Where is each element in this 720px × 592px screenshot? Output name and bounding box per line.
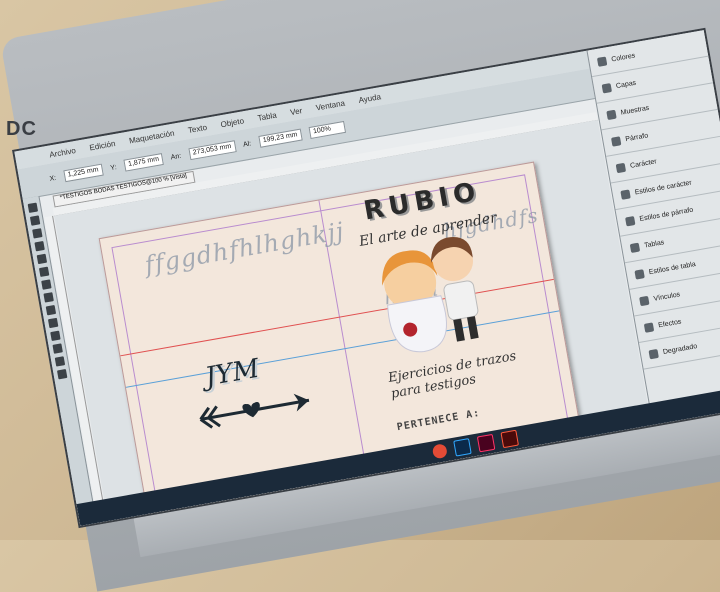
eyedropper-tool-icon[interactable] — [51, 343, 63, 354]
photoshop-taskbar-icon[interactable] — [453, 438, 472, 457]
zoom-field[interactable]: 100% — [308, 120, 346, 140]
panel-label: Vínculos — [652, 290, 681, 303]
y-label: Y: — [109, 163, 118, 172]
height-field[interactable]: 199,23 mm — [258, 128, 303, 148]
acrobat-taskbar-icon[interactable] — [500, 429, 520, 449]
page-tool-icon[interactable] — [31, 228, 43, 239]
panel-label: Estilos de párrafo — [638, 206, 694, 223]
menu-table[interactable]: Tabla — [257, 110, 277, 122]
scissors-tool-icon[interactable] — [45, 305, 56, 316]
h-label: Al: — [242, 139, 252, 149]
menu-text[interactable]: Texto — [187, 122, 207, 134]
panel-label: Efectos — [657, 317, 682, 329]
indesign-taskbar-icon[interactable] — [476, 433, 496, 453]
transform-tool-icon[interactable] — [47, 317, 58, 329]
gradient-tool-icon[interactable] — [49, 330, 61, 342]
hand-tool-icon[interactable] — [54, 356, 65, 367]
panel-label: Muestras — [620, 104, 650, 117]
panel-label: Tablas — [643, 238, 665, 250]
panel-label: Párrafo — [624, 131, 649, 143]
groom-jacket — [443, 280, 479, 321]
chrome-taskbar-icon[interactable] — [431, 443, 448, 460]
character-icon — [615, 162, 627, 173]
x-field[interactable]: 1,225 mm — [62, 163, 104, 183]
menu-edit[interactable]: Edición — [89, 139, 116, 152]
selection-tool-icon[interactable] — [27, 202, 38, 214]
zoom-tool-icon[interactable] — [56, 369, 67, 380]
menu-file[interactable]: Archivo — [49, 146, 77, 159]
gradient-icon — [648, 348, 659, 359]
menu-view[interactable]: Ver — [289, 106, 302, 117]
groom-leg-left — [453, 318, 465, 342]
menu-object[interactable]: Objeto — [220, 116, 245, 129]
panel-label: Colores — [610, 51, 636, 63]
pen-tool-icon[interactable] — [36, 253, 47, 265]
w-label: An: — [170, 152, 182, 161]
groom-leg-right — [467, 316, 479, 340]
tables-icon — [629, 242, 641, 253]
character-styles-icon — [620, 188, 631, 200]
rectangle-tool-icon[interactable] — [40, 279, 52, 290]
paragraph-icon — [610, 135, 622, 147]
bride-dress — [387, 295, 447, 353]
layers-icon — [601, 82, 612, 93]
swatches-icon — [606, 109, 617, 120]
bride-groom-illustration[interactable] — [365, 227, 504, 366]
panel-label: Capas — [615, 79, 637, 90]
table-styles-icon — [634, 268, 645, 280]
menu-help[interactable]: Ayuda — [358, 92, 382, 105]
paragraph-styles-icon — [624, 215, 636, 226]
x-label: X: — [48, 174, 57, 183]
type-tool-icon[interactable] — [33, 241, 45, 252]
panel-label: Estilos de tabla — [648, 260, 697, 276]
panel-label: Degradado — [662, 342, 698, 356]
direct-selection-tool-icon[interactable] — [29, 215, 40, 226]
monitor-brand: DC — [6, 118, 37, 140]
pencil-tool-icon[interactable] — [38, 266, 49, 278]
colors-icon — [596, 55, 608, 67]
panel-label: Estilos de carácter — [634, 179, 693, 196]
effects-icon — [643, 321, 655, 333]
links-icon — [639, 295, 650, 306]
menu-window[interactable]: Ventana — [315, 98, 345, 112]
y-field[interactable]: 1,875 mm — [123, 153, 164, 172]
frame-tool-icon[interactable] — [42, 292, 54, 303]
panel-label: Carácter — [629, 157, 658, 170]
width-field[interactable]: 273,053 mm — [188, 140, 237, 161]
